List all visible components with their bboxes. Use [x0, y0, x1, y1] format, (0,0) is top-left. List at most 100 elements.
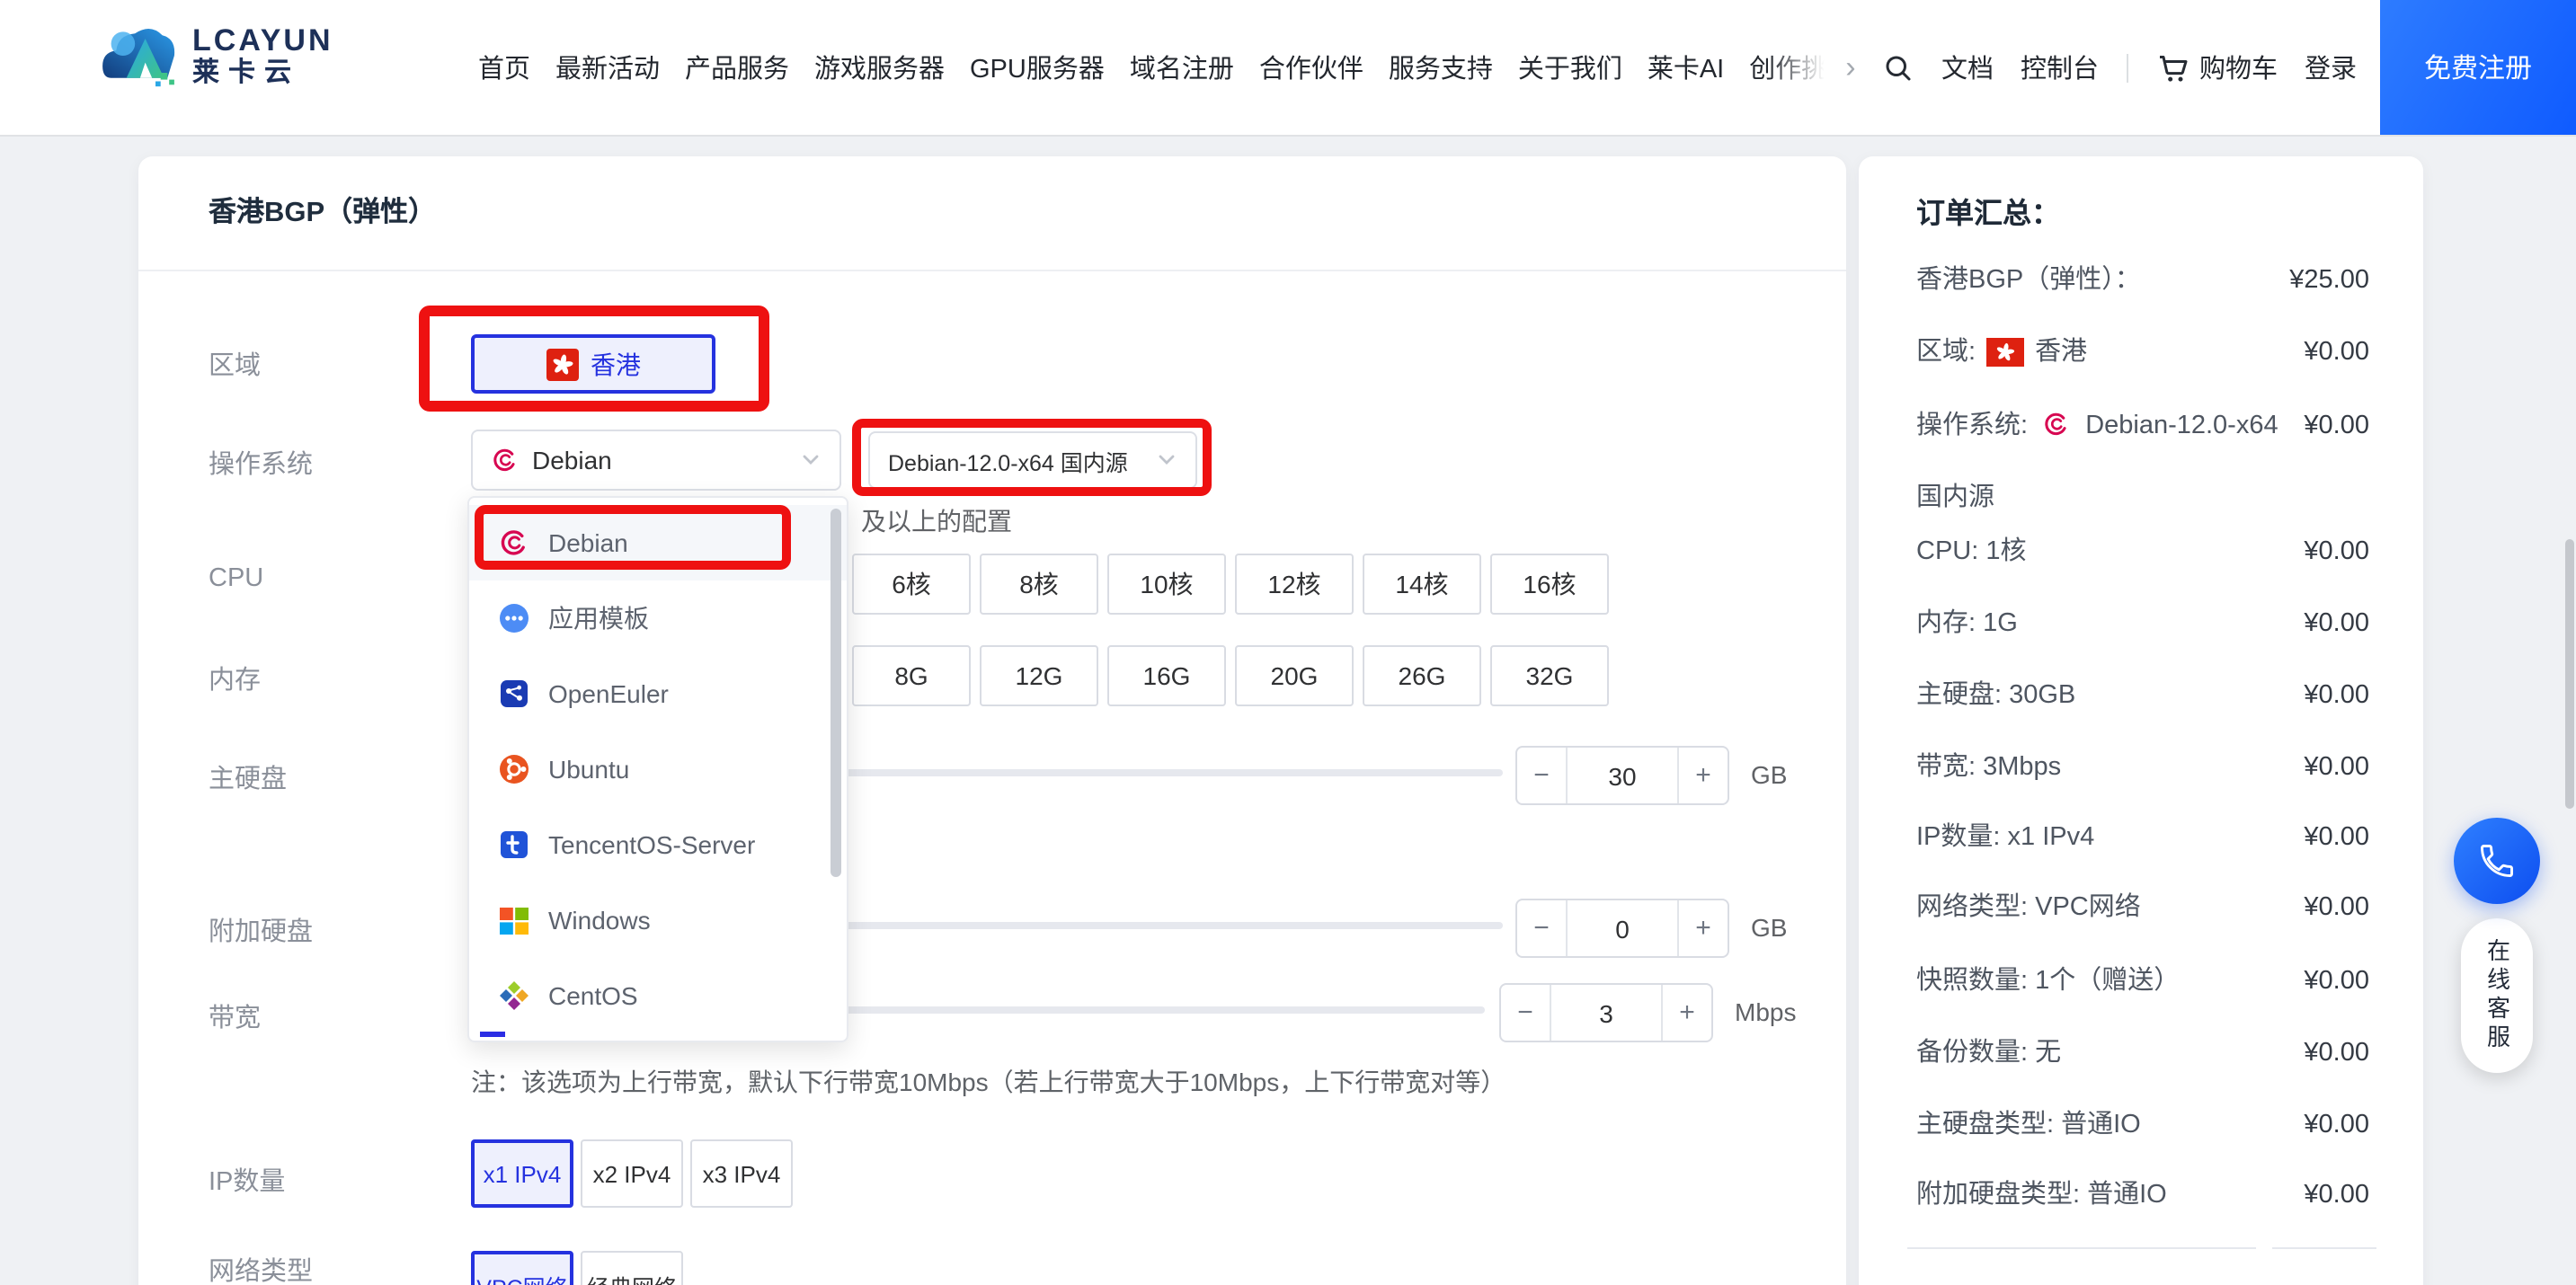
- network-option-vpc[interactable]: VPC网络: [471, 1251, 573, 1285]
- os-image-select[interactable]: Debian-12.0-x64 国内源: [868, 431, 1197, 489]
- summary-row-ip: IP数量: x1 IPv4 ¥0.00: [1916, 820, 2369, 855]
- search-icon[interactable]: [1882, 51, 1914, 84]
- summary-price: ¥25.00: [2289, 266, 2369, 295]
- nav-menu: 首页 最新活动 产品服务 游戏服务器 GPU服务器 域名注册 合作伙伴 服务支持…: [478, 0, 1856, 135]
- config-note-partial: 及以上的配置: [861, 507, 1012, 536]
- debian-logo-icon: [501, 530, 525, 555]
- nav-item-products[interactable]: 产品服务: [685, 49, 789, 86]
- nav-item-partners[interactable]: 合作伙伴: [1259, 49, 1364, 86]
- memory-option[interactable]: 12G: [980, 645, 1098, 706]
- config-panel: 香港BGP（弹性） 区域 香港 操作系统 Debian Debian-12.0-…: [138, 156, 1846, 1285]
- logo-latin: LCAYUN: [192, 22, 333, 57]
- region-option-hongkong[interactable]: 香港: [471, 334, 715, 394]
- nav-item-game-server[interactable]: 游戏服务器: [814, 49, 945, 86]
- nav-more-chevron-icon[interactable]: ›: [1845, 52, 1855, 83]
- dropdown-item-tencentos[interactable]: TencentOS-Server: [469, 807, 847, 882]
- bandwidth-minus-button[interactable]: −: [1501, 985, 1551, 1041]
- summary-price: ¥0.00: [2304, 338, 2369, 367]
- summary-price: ¥0.00: [2304, 681, 2369, 710]
- disk-plus-button[interactable]: +: [1677, 748, 1728, 803]
- cpu-option[interactable]: 12核: [1235, 554, 1354, 615]
- cpu-option[interactable]: 16核: [1490, 554, 1609, 615]
- cart-link[interactable]: 购物车: [2154, 49, 2278, 86]
- nav-item-support[interactable]: 服务支持: [1389, 49, 1493, 86]
- nav-item-domain[interactable]: 域名注册: [1130, 49, 1234, 86]
- cpu-option[interactable]: 14核: [1363, 554, 1481, 615]
- ip-option-x2[interactable]: x2 IPv4: [581, 1139, 683, 1208]
- ip-option-x1[interactable]: x1 IPv4: [471, 1139, 573, 1208]
- dropdown-item-centos[interactable]: CentOS: [469, 958, 847, 1033]
- dropdown-scrollbar[interactable]: [831, 509, 841, 877]
- network-option-classic[interactable]: 经典网络: [581, 1251, 683, 1285]
- memory-option[interactable]: 20G: [1235, 645, 1354, 706]
- summary-row-region: 区域: 香港 ¥0.00: [1916, 334, 2369, 370]
- centos-logo-icon: [500, 981, 529, 1010]
- logo-cloud-icon: [102, 29, 175, 87]
- dropdown-item-openeuler[interactable]: OpenEuler: [469, 656, 847, 731]
- nav-docs-link[interactable]: 文档: [1941, 49, 1994, 86]
- login-link[interactable]: 登录: [2305, 49, 2357, 86]
- nav-item-home[interactable]: 首页: [478, 49, 530, 86]
- chevron-down-icon: [1159, 455, 1175, 465]
- dropdown-item-app-template[interactable]: 应用模板: [469, 580, 847, 656]
- phone-icon: [2481, 845, 2513, 877]
- cpu-option[interactable]: 10核: [1107, 554, 1226, 615]
- disk-stepper: − 30 +: [1515, 746, 1729, 805]
- register-button[interactable]: 免费注册: [2380, 0, 2576, 135]
- summary-price: ¥0.00: [2304, 412, 2369, 440]
- summary-row-bandwidth: 带宽: 3Mbps ¥0.00: [1916, 749, 2369, 785]
- bandwidth-value-input[interactable]: 3: [1551, 985, 1661, 1041]
- nav-item-creator[interactable]: 创作挑: [1749, 49, 1827, 86]
- summary-row-os: 操作系统: Debian-12.0-x64 国内源 ¥0.00: [1916, 390, 2369, 534]
- summary-price: ¥0.00: [2304, 1111, 2369, 1139]
- bandwidth-plus-button[interactable]: +: [1661, 985, 1711, 1041]
- summary-price: ¥0.00: [2304, 753, 2369, 782]
- page: LCAYUN 莱卡云 首页 最新活动 产品服务 游戏服务器 GPU服务器 域名注…: [0, 0, 2576, 1285]
- extra-disk-label: 附加硬盘: [209, 918, 313, 947]
- order-summary-title: 订单汇总：: [1916, 199, 2061, 230]
- disk-label: 主硬盘: [209, 766, 287, 794]
- dropdown-item-windows[interactable]: Windows: [469, 882, 847, 958]
- memory-option[interactable]: 32G: [1490, 645, 1609, 706]
- os-dropdown-menu: Debian 应用模板 OpenEuler Ubuntu TencentOS-S…: [467, 496, 848, 1042]
- nav-item-gpu-server[interactable]: GPU服务器: [970, 49, 1105, 86]
- page-scrollbar[interactable]: [2565, 539, 2574, 809]
- cpu-option[interactable]: 6核: [852, 554, 971, 615]
- summary-row-snapshot: 快照数量: 1个（赠送） ¥0.00: [1916, 963, 2369, 999]
- openeuler-logo-icon: [501, 680, 528, 707]
- os-family-value: Debian: [532, 446, 612, 474]
- page-title: 香港BGP（弹性）: [209, 198, 437, 228]
- summary-row-cpu: CPU: 1核 ¥0.00: [1916, 534, 2369, 570]
- customer-service-phone-button[interactable]: [2454, 818, 2540, 904]
- ip-option-x3[interactable]: x3 IPv4: [690, 1139, 793, 1208]
- debian-logo-icon: [2045, 412, 2066, 436]
- bandwidth-note: 注：该选项为上行带宽，默认下行带宽10Mbps（若上行带宽大于10Mbps，上下…: [471, 1068, 1506, 1096]
- nav-item-about[interactable]: 关于我们: [1518, 49, 1622, 86]
- app-template-icon: [500, 604, 529, 633]
- logo[interactable]: LCAYUN 莱卡云: [99, 22, 333, 90]
- dropdown-item-debian[interactable]: Debian: [469, 505, 847, 580]
- summary-row-disk: 主硬盘: 30GB ¥0.00: [1916, 678, 2369, 713]
- memory-option[interactable]: 26G: [1363, 645, 1481, 706]
- extra-disk-plus-button[interactable]: +: [1677, 900, 1728, 956]
- summary-row-memory: 内存: 1G ¥0.00: [1916, 606, 2369, 642]
- cpu-option[interactable]: 8核: [980, 554, 1098, 615]
- disk-value-input[interactable]: 30: [1568, 748, 1677, 803]
- memory-option[interactable]: 16G: [1107, 645, 1226, 706]
- extra-disk-minus-button[interactable]: −: [1517, 900, 1568, 956]
- memory-option[interactable]: 8G: [852, 645, 971, 706]
- extra-disk-value-input[interactable]: 0: [1568, 900, 1677, 956]
- nav-item-ai[interactable]: 莱卡AI: [1648, 49, 1724, 86]
- nav-item-activities[interactable]: 最新活动: [555, 49, 660, 86]
- windows-logo-icon: [500, 908, 529, 935]
- summary-row-plan: 香港BGP（弹性）： ¥25.00: [1916, 262, 2369, 298]
- dropdown-item-ubuntu[interactable]: Ubuntu: [469, 731, 847, 807]
- os-label: 操作系统: [209, 451, 313, 480]
- online-service-button[interactable]: 在线客服: [2461, 918, 2533, 1073]
- os-image-value: Debian-12.0-x64 国内源: [888, 450, 1128, 475]
- disk-minus-button[interactable]: −: [1517, 748, 1568, 803]
- debian-logo-icon: [493, 448, 515, 472]
- os-family-select[interactable]: Debian: [471, 430, 841, 491]
- summary-row-disk-type: 主硬盘类型: 普通IO ¥0.00: [1916, 1107, 2369, 1143]
- nav-console-link[interactable]: 控制台: [2021, 49, 2099, 86]
